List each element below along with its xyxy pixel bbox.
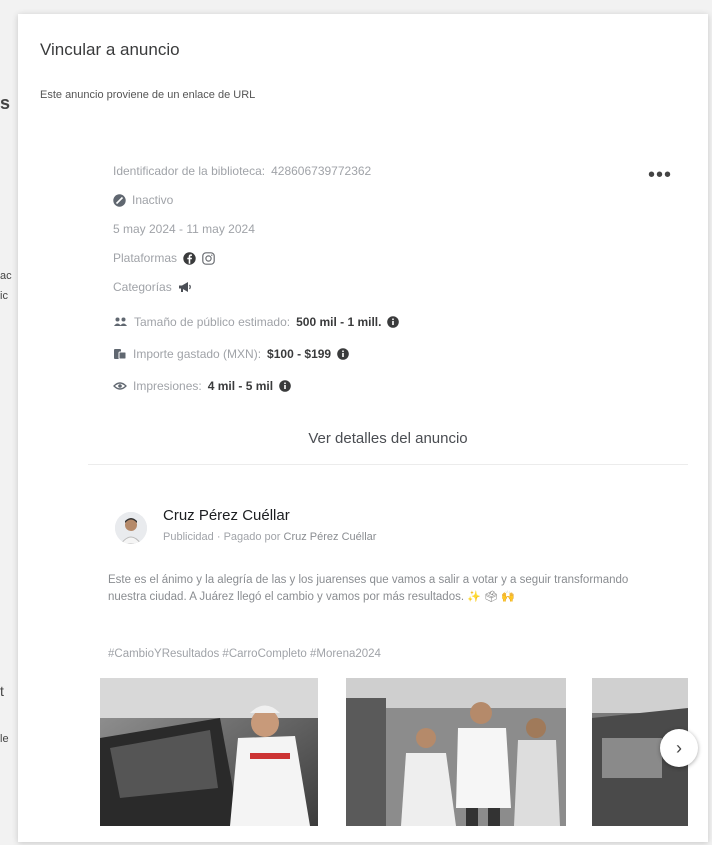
spend-value: $100 - $199 — [267, 347, 332, 361]
platforms-label: Plataformas — [113, 251, 178, 265]
ballot-emoji-icon: 🗳 — [484, 591, 499, 603]
library-id-label: Identificador de la biblioteca: — [113, 164, 266, 178]
background-text-fragment: ic — [0, 290, 8, 302]
carousel-image[interactable] — [346, 678, 566, 826]
dialog-title: Vincular a anuncio — [40, 40, 180, 59]
more-options-button[interactable]: ••• — [648, 164, 672, 187]
megaphone-icon — [178, 281, 192, 293]
chevron-right-icon: › — [676, 737, 682, 758]
sponsored-label: Publicidad — [163, 531, 214, 543]
categories-label: Categorías — [113, 280, 172, 294]
info-icon[interactable] — [387, 316, 400, 328]
categories-row: Categorías — [113, 280, 192, 294]
background-text-fragment: le — [0, 733, 9, 745]
money-icon — [113, 348, 127, 360]
raised-hands-emoji-icon: 🙌 — [501, 591, 516, 603]
impressions-row: Impresiones: 4 mil - 5 mil — [113, 379, 291, 393]
library-id-value: 428606739772362 — [271, 164, 372, 178]
carousel-next-button[interactable]: › — [660, 729, 698, 767]
info-icon[interactable] — [279, 380, 291, 392]
post-body-text: Este es el ánimo y la alegría de las y l… — [108, 574, 629, 603]
post-body: Este es el ánimo y la alegría de las y l… — [108, 572, 668, 606]
date-range: 5 may 2024 - 11 may 2024 — [113, 222, 255, 236]
background-text-fragment: t — [0, 683, 4, 699]
impressions-label: Impresiones: — [133, 379, 202, 393]
facebook-icon — [183, 251, 196, 265]
library-id-row: Identificador de la biblioteca: 42860673… — [113, 164, 371, 178]
audience-label: Tamaño de público estimado: — [134, 315, 291, 329]
impressions-value: 4 mil - 5 mil — [207, 379, 274, 393]
eye-icon — [113, 381, 127, 391]
background-text-fragment: s — [0, 93, 11, 113]
info-icon[interactable] — [337, 348, 349, 360]
dialog-subtitle: Este anuncio proviene de un enlace de UR… — [40, 89, 256, 101]
hashtags: #CambioYResultados #CarroCompleto #Moren… — [108, 648, 381, 660]
ad-card: Identificador de la biblioteca: 42860673… — [88, 134, 698, 842]
avatar[interactable] — [115, 512, 147, 544]
status-row: Inactivo — [113, 193, 173, 207]
divider — [88, 464, 688, 465]
sparkle-emoji-icon: ✨ — [467, 591, 481, 603]
audience-value: 500 mil - 1 mill. — [296, 315, 382, 329]
instagram-icon — [202, 251, 215, 265]
audience-row: Tamaño de público estimado: 500 mil - 1 … — [113, 315, 400, 329]
people-icon — [113, 316, 128, 328]
link-to-ad-dialog: Vincular a anuncio Este anuncio proviene… — [18, 14, 708, 842]
spend-label: Importe gastado (MXN): — [133, 347, 262, 361]
background-text-fragment: ac — [0, 270, 12, 282]
status-text: Inactivo — [132, 193, 174, 207]
platforms-row: Plataformas — [113, 251, 215, 265]
carousel-image[interactable] — [100, 678, 318, 826]
see-ad-details-button[interactable]: Ver detalles del anuncio — [228, 420, 548, 456]
paid-by-name: Cruz Pérez Cuéllar — [283, 531, 377, 543]
sponsored-line: Publicidad · Pagado por Cruz Pérez Cuéll… — [163, 531, 377, 543]
spend-row: Importe gastado (MXN): $100 - $199 — [113, 347, 349, 361]
paid-by-label: Pagado por — [223, 531, 281, 543]
inactive-status-icon — [113, 193, 126, 207]
page-name-link[interactable]: Cruz Pérez Cuéllar — [163, 507, 290, 524]
